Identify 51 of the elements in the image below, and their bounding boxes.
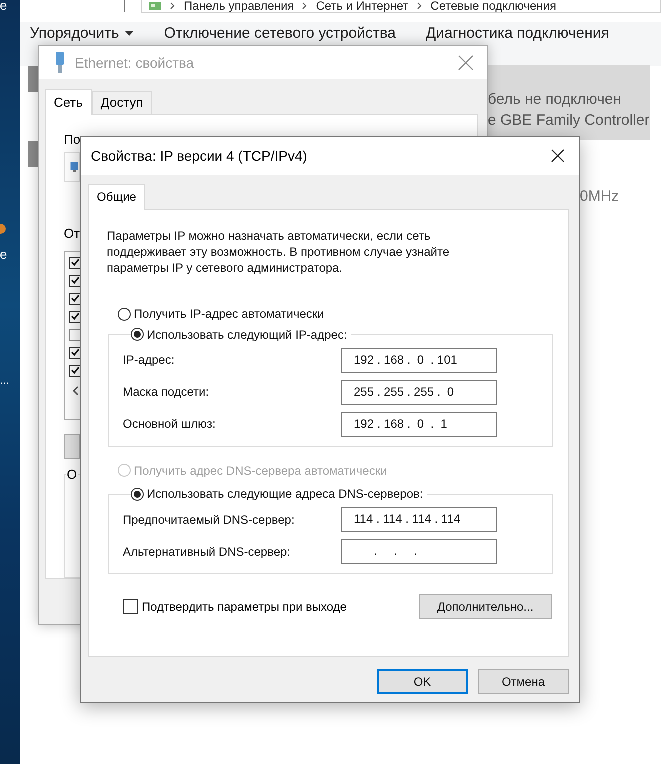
intro-text: Параметры IP можно назначать автоматически, если сеть поддерживает эту возможность. В противном случае узнайте параметры IP у сетевого администратора. (107, 228, 451, 276)
component-checkbox[interactable] (69, 328, 81, 341)
radio-option[interactable]: Получить IP-адрес автоматически (118, 305, 324, 323)
component-checkbox[interactable] (69, 310, 81, 323)
component-checkbox[interactable] (69, 292, 81, 305)
window-title: Свойства: IP версии 4 (TCP/IPv4) (91, 148, 308, 164)
dialog-button[interactable]: OK (377, 669, 468, 694)
network-adapter-icon (54, 52, 66, 74)
description-label: О (66, 466, 78, 482)
field-label: IP-адрес: (123, 353, 175, 367)
dialog-button[interactable]: Отмена (478, 669, 569, 694)
component-checkbox[interactable] (69, 346, 81, 359)
adapter-status: бель не подключен (488, 91, 623, 108)
connect-label: По (64, 132, 81, 147)
control-panel-icon (148, 0, 162, 12)
chevron-icon (170, 2, 176, 10)
field-label: Маска подсети: (123, 385, 210, 399)
scroll-left-icon[interactable] (72, 386, 80, 396)
ip-address-field[interactable]: . . . (341, 539, 497, 564)
ip-address-field[interactable]: 255 . 255 . 255 . 0 (341, 380, 497, 404)
ip-address-field[interactable]: 114 . 114 . 114 . 114 (341, 507, 497, 532)
toolbar-button[interactable]: Диагностика подключения (426, 25, 610, 42)
confirm-checkbox[interactable]: Подтвердить параметры при выходе (123, 599, 347, 614)
field-label: Предпочитаемый DNS-сервер: (123, 512, 295, 526)
component-checkbox[interactable] (69, 364, 81, 377)
field-label: Основной шлюз: (123, 417, 216, 431)
toolbar-button[interactable]: Упорядочить (30, 25, 134, 42)
adapter-item[interactable]: бель не подключен e GBE Family Controller (488, 65, 650, 140)
ip-address-field[interactable]: 192 . 168 . 0 . 1 (341, 412, 497, 436)
adapter-detail: 0MHz (580, 188, 620, 205)
adapter-device: e GBE Family Controller (488, 112, 650, 129)
window-title: Ethernet: свойства (75, 54, 194, 70)
advanced-button[interactable]: Дополнительно... (419, 594, 552, 619)
chevron-icon (416, 2, 423, 10)
desktop-label: e (0, 247, 8, 262)
components-label: От (64, 226, 80, 241)
chevron-icon (302, 2, 308, 10)
desktop-label: e (0, 0, 8, 13)
tab[interactable]: Доступ (92, 91, 152, 114)
component-checkbox[interactable] (69, 274, 81, 287)
radio-option[interactable]: Использовать следующий IP-адрес: (131, 326, 348, 344)
toolbar-button[interactable]: Отключение сетевого устройства (164, 25, 396, 42)
caret-icon (125, 31, 134, 36)
desktop-label: ... (0, 374, 10, 389)
radio-option[interactable]: Использовать следующие адреса DNS-серверов: (131, 485, 424, 503)
field-label: Альтернативный DNS-сервер: (123, 544, 291, 558)
component-checkbox[interactable] (69, 256, 81, 269)
close-icon[interactable] (551, 149, 565, 163)
tab[interactable]: Общие (88, 184, 146, 210)
ip-address-field[interactable]: 192 . 168 . 0 . 101 (341, 348, 497, 372)
tab[interactable]: Сеть (45, 89, 92, 115)
